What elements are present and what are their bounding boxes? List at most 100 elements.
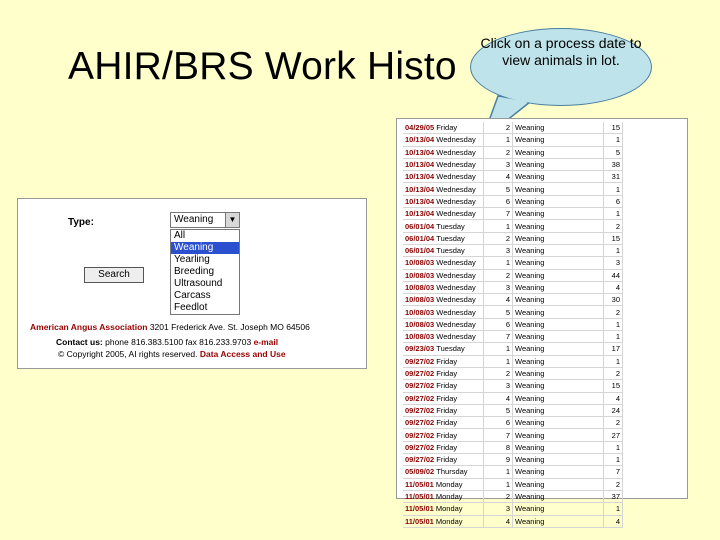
process-day: Friday — [436, 393, 458, 403]
process-date-cell[interactable]: 09/27/02 Friday — [403, 441, 484, 455]
process-date-link[interactable]: 11/05/01 — [405, 517, 434, 526]
process-day: Monday — [435, 479, 463, 489]
process-date-cell[interactable]: 05/09/02 Thursday — [403, 465, 484, 479]
table-row: 10/13/04 Wednesday 7 Weaning 1 — [403, 207, 623, 221]
type-option-breeding[interactable]: Breeding — [171, 266, 239, 278]
type-option-all[interactable]: All — [171, 230, 239, 242]
process-date-cell[interactable]: 06/01/04 Tuesday — [403, 219, 484, 233]
process-date-link[interactable]: 10/08/03 — [405, 271, 434, 280]
process-day: Wednesday — [436, 319, 476, 329]
process-date-link[interactable]: 11/05/01 — [405, 504, 434, 513]
process-date-link[interactable]: 10/13/04 — [405, 135, 434, 144]
process-date-link[interactable]: 06/01/04 — [405, 246, 434, 255]
process-date-cell[interactable]: 09/27/02 Friday — [403, 355, 484, 368]
process-date-link[interactable]: 09/27/02 — [405, 381, 434, 390]
org-name: American Angus Association — [30, 322, 148, 332]
process-date-link[interactable]: 05/09/02 — [405, 467, 434, 476]
type-option-weaning[interactable]: Weaning — [171, 242, 239, 254]
process-date-cell[interactable]: 09/27/02 Friday — [403, 379, 484, 393]
process-date-link[interactable]: 10/13/04 — [405, 160, 434, 169]
process-date-link[interactable]: 10/08/03 — [405, 283, 434, 292]
data-access-link[interactable]: Data Access and Use — [200, 349, 286, 359]
process-date-cell[interactable]: 06/01/04 Tuesday — [403, 244, 484, 258]
process-date-cell[interactable]: 10/08/03 Wednesday — [403, 281, 484, 295]
lot-number: 7 — [483, 207, 513, 221]
process-date-cell[interactable]: 09/23/03 Tuesday — [403, 342, 484, 356]
process-date-link[interactable]: 09/27/02 — [405, 394, 434, 403]
process-date-link[interactable]: 09/23/03 — [405, 344, 434, 353]
animal-count: 5 — [603, 146, 623, 159]
process-date-link[interactable]: 10/13/04 — [405, 185, 434, 194]
process-date-link[interactable]: 10/08/03 — [405, 332, 434, 341]
lot-number: 1 — [483, 256, 513, 270]
process-date-cell[interactable]: 09/27/02 Friday — [403, 453, 484, 467]
process-type: Weaning — [512, 133, 604, 147]
process-date-cell[interactable]: 09/27/02 Friday — [403, 367, 484, 381]
chevron-down-icon[interactable]: ▼ — [225, 213, 239, 227]
email-link[interactable]: e-mail — [254, 337, 279, 347]
process-date-link[interactable]: 10/08/03 — [405, 308, 434, 317]
process-date-cell[interactable]: 10/13/04 Wednesday — [403, 182, 484, 196]
process-type: Weaning — [512, 232, 604, 245]
process-date-cell[interactable]: 10/13/04 Wednesday — [403, 146, 484, 159]
process-date-cell[interactable]: 10/08/03 Wednesday — [403, 330, 484, 344]
process-date-link[interactable]: 10/08/03 — [405, 295, 434, 304]
process-date-link[interactable]: 09/27/02 — [405, 406, 434, 415]
type-options-list: All Weaning Yearling Breeding Ultrasound… — [170, 229, 240, 315]
process-date-cell[interactable]: 10/08/03 Wednesday — [403, 269, 484, 282]
type-select[interactable]: Weaning ▼ — [170, 212, 240, 228]
process-type: Weaning — [512, 146, 604, 159]
process-date-cell[interactable]: 11/05/01 Monday — [403, 490, 484, 504]
process-date-cell[interactable]: 11/05/01 Monday — [403, 515, 484, 528]
process-date-cell[interactable]: 09/27/02 Friday — [403, 428, 484, 442]
process-date-link[interactable]: 04/29/05 — [405, 123, 434, 132]
search-button[interactable]: Search — [84, 267, 144, 283]
process-date-cell[interactable]: 10/08/03 Wednesday — [403, 256, 484, 270]
process-date-link[interactable]: 09/27/02 — [405, 455, 434, 464]
process-date-cell[interactable]: 10/13/04 Wednesday — [403, 158, 484, 172]
table-row: 10/08/03 Wednesday 1 Weaning 3 — [403, 256, 623, 270]
callout-text: Click on a process date to view animals … — [480, 35, 642, 68]
type-option-ultrasound[interactable]: Ultrasound — [171, 278, 239, 290]
process-date-cell[interactable]: 09/27/02 Friday — [403, 392, 484, 405]
process-date-cell[interactable]: 09/27/02 Friday — [403, 404, 484, 418]
process-date-link[interactable]: 10/13/04 — [405, 172, 434, 181]
lot-number: 3 — [483, 244, 513, 258]
process-date-link[interactable]: 10/08/03 — [405, 320, 434, 329]
process-date-cell[interactable]: 10/13/04 Wednesday — [403, 207, 484, 221]
process-date-cell[interactable]: 06/01/04 Tuesday — [403, 232, 484, 245]
type-option-feedlot[interactable]: Feedlot — [171, 302, 239, 314]
process-date-cell[interactable]: 11/05/01 Monday — [403, 502, 484, 516]
process-date-link[interactable]: 06/01/04 — [405, 234, 434, 243]
process-date-cell[interactable]: 10/13/04 Wednesday — [403, 195, 484, 209]
process-date-cell[interactable]: 10/08/03 Wednesday — [403, 293, 484, 307]
process-date-cell[interactable]: 04/29/05 Friday — [403, 122, 484, 135]
type-option-carcass[interactable]: Carcass — [171, 290, 239, 302]
process-date-link[interactable]: 11/05/01 — [405, 480, 434, 489]
process-date-link[interactable]: 09/27/02 — [405, 418, 434, 427]
process-date-link[interactable]: 09/27/02 — [405, 443, 434, 452]
process-date-cell[interactable]: 11/05/01 Monday — [403, 478, 484, 491]
process-type: Weaning — [512, 502, 604, 516]
process-date-link[interactable]: 10/13/04 — [405, 148, 434, 157]
process-day: Friday — [436, 455, 458, 465]
process-date-link[interactable]: 09/27/02 — [405, 357, 434, 366]
process-date-link[interactable]: 06/01/04 — [405, 222, 434, 231]
type-option-yearling[interactable]: Yearling — [171, 254, 239, 266]
process-date-link[interactable]: 11/05/01 — [405, 492, 434, 501]
process-date-cell[interactable]: 10/13/04 Wednesday — [403, 170, 484, 184]
table-row: 10/13/04 Wednesday 4 Weaning 31 — [403, 170, 623, 184]
process-date-cell[interactable]: 10/13/04 Wednesday — [403, 133, 484, 147]
lot-number: 1 — [483, 355, 513, 368]
lot-number: 6 — [483, 195, 513, 209]
process-date-link[interactable]: 09/27/02 — [405, 369, 434, 378]
process-day: Friday — [436, 430, 458, 440]
process-day: Wednesday — [436, 184, 476, 194]
process-date-cell[interactable]: 09/27/02 Friday — [403, 416, 484, 430]
process-date-link[interactable]: 09/27/02 — [405, 431, 434, 440]
process-date-link[interactable]: 10/13/04 — [405, 209, 434, 218]
process-date-cell[interactable]: 10/08/03 Wednesday — [403, 305, 484, 319]
process-date-link[interactable]: 10/08/03 — [405, 258, 434, 267]
process-date-link[interactable]: 10/13/04 — [405, 197, 434, 206]
process-date-cell[interactable]: 10/08/03 Wednesday — [403, 318, 484, 332]
